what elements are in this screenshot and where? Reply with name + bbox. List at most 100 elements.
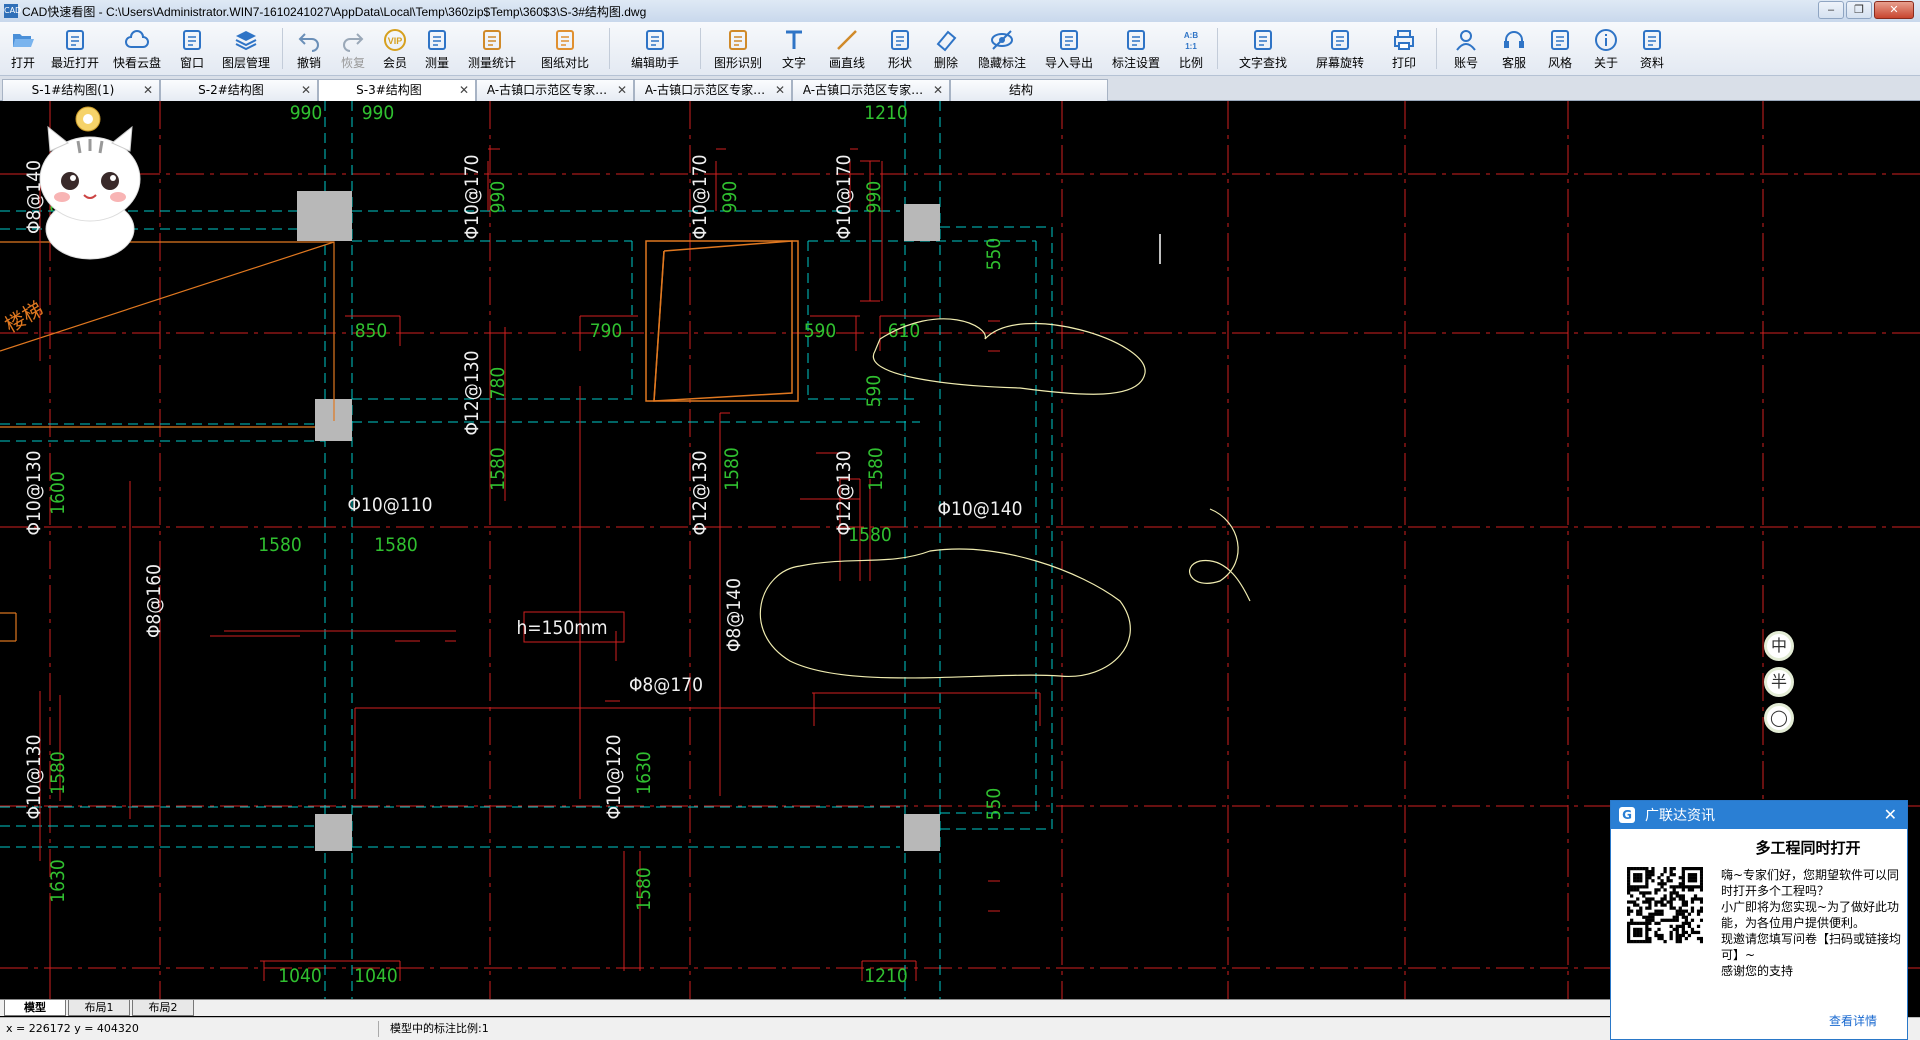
document-tab-label: A-古镇口示范区专家… (486, 83, 608, 97)
document-tab[interactable]: A-古镇口示范区专家… ✕ (634, 79, 792, 101)
qr-module (1699, 885, 1703, 889)
toolbar-button-28[interactable]: 资料 (1629, 22, 1675, 75)
toolbar-button-23[interactable]: 打印 (1376, 22, 1432, 75)
layout-tab[interactable]: 布局2 (132, 1000, 194, 1016)
popup-header-title: 广联达资讯 (1645, 808, 1715, 824)
toolbar-label: 编辑助手 (630, 56, 679, 70)
document-tab-label: A-古镇口示范区专家… (644, 83, 766, 97)
qr-module (1648, 912, 1652, 916)
tab-close-icon[interactable]: ✕ (459, 80, 469, 100)
qr-module (1660, 897, 1664, 901)
rebar-label: Φ8@160 (143, 564, 165, 638)
layout-tab[interactable]: 模型 (4, 1000, 66, 1016)
document-tab[interactable]: A-古镇口示范区专家… ✕ (476, 79, 634, 101)
document-tab[interactable]: A-古镇口示范区专家… ✕ (792, 79, 950, 101)
toolbar-label: 客服 (1501, 56, 1526, 70)
dimension-label: 990 (719, 181, 741, 214)
toolbar-button-22[interactable]: 屏幕旋转 (1304, 22, 1376, 75)
toolbar-button-27[interactable]: 关于 (1583, 22, 1629, 75)
toolbar-button-2[interactable]: 快看云盘 (104, 22, 170, 75)
popup-close-button[interactable]: ✕ (1884, 805, 1897, 824)
toolbar-button-0[interactable]: 打开 (0, 22, 46, 75)
qr-module (1669, 930, 1673, 935)
toolbar-button-7[interactable]: VIP 会员 (375, 22, 415, 75)
qr-module (1648, 915, 1652, 919)
opening-box (645, 240, 799, 402)
toolbar-button-19[interactable]: 标注设置 (1103, 22, 1169, 75)
tab-close-icon[interactable]: ✕ (301, 80, 311, 100)
toolbar-button-8[interactable]: 测量 (415, 22, 459, 75)
toolbar-label: 资料 (1639, 56, 1664, 70)
qr-module (1657, 936, 1661, 941)
toolbar-button-12[interactable]: 图形识别 (705, 22, 771, 75)
toolbar-button-25[interactable]: 客服 (1491, 22, 1537, 75)
glodon-logo-icon: G (1619, 807, 1635, 823)
toolbar-button-17[interactable]: 隐藏标注 (969, 22, 1035, 75)
rebar-label: Φ10@110 (348, 494, 433, 516)
qr-module (1651, 918, 1655, 922)
qr-module (1633, 888, 1637, 892)
layout-tab[interactable]: 布局1 (68, 1000, 130, 1016)
toolbar-button-9[interactable]: 测量统计 (459, 22, 525, 75)
close-button[interactable]: ✕ (1874, 1, 1914, 19)
tab-close-icon[interactable]: ✕ (143, 80, 153, 100)
dimension-label: 1630 (633, 751, 655, 795)
tab-close-icon[interactable]: ✕ (775, 80, 785, 100)
toolbar-button-1[interactable]: 最近打开 (46, 22, 104, 75)
qr-module (1663, 888, 1667, 892)
qr-module (1681, 915, 1685, 919)
qr-module (1681, 894, 1685, 898)
toolbar-button-5[interactable]: 撤销 (287, 22, 331, 75)
restore-button[interactable]: ❐ (1846, 1, 1872, 19)
qr-module (1645, 915, 1649, 919)
toolbar-button-3[interactable]: 窗口 (170, 22, 214, 75)
toolbar-button-6[interactable]: 恢复 (331, 22, 375, 75)
dimension-label: 990 (362, 102, 395, 124)
minimize-button[interactable]: – (1818, 1, 1844, 19)
toolbar-button-21[interactable]: 文字查找 (1222, 22, 1304, 75)
toolbar-button-16[interactable]: 删除 (923, 22, 969, 75)
document-tab[interactable]: S-2#结构图 ✕ (160, 79, 318, 101)
qr-module (1669, 900, 1673, 904)
qr-module (1636, 927, 1640, 932)
hide-annotation-icon (990, 28, 1014, 52)
qr-module (1672, 873, 1676, 877)
view-details-link[interactable]: 查看详情 (1829, 1012, 1877, 1029)
mascot-cat-icon[interactable] (0, 101, 150, 261)
mascot-tag[interactable]: 半 (1764, 667, 1794, 697)
qr-module (1690, 888, 1695, 892)
qr-module (1642, 894, 1646, 898)
toolbar-button-24[interactable]: 账号 (1441, 22, 1491, 75)
toolbar-button-4[interactable]: 图层管理 (214, 22, 278, 75)
qr-module (1678, 912, 1682, 916)
rebar-label: Φ10@170 (689, 155, 711, 240)
toolbar-button-20[interactable]: A:B 1:1 比例 (1169, 22, 1213, 75)
text-icon (782, 28, 806, 52)
qr-module (1681, 930, 1685, 935)
toolbar-button-15[interactable]: 形状 (877, 22, 923, 75)
document-tab[interactable]: 结构 (950, 79, 1108, 101)
qr-module (1693, 873, 1698, 877)
tab-close-icon[interactable]: ✕ (617, 80, 627, 100)
toolbar-button-10[interactable]: 图纸对比 (525, 22, 605, 75)
qr-module (1633, 933, 1637, 938)
document-tab[interactable]: S-1#结构图(1) ✕ (2, 79, 160, 101)
toolbar-button-14[interactable]: 画直线 (817, 22, 877, 75)
document-tab[interactable]: S-3#结构图 ✕ (318, 79, 476, 101)
qr-module (1681, 900, 1685, 904)
qr-module (1663, 939, 1667, 944)
toolbar-label: 比例 (1178, 56, 1203, 70)
qr-module (1642, 891, 1646, 895)
qr-module (1669, 897, 1673, 901)
toolbar-button-26[interactable]: 风格 (1537, 22, 1583, 75)
qr-module (1642, 915, 1646, 919)
qr-module (1645, 879, 1649, 883)
toolbar-button-11[interactable]: 编辑助手 (614, 22, 696, 75)
toolbar-button-18[interactable]: 导入导出 (1035, 22, 1103, 75)
tab-close-icon[interactable]: ✕ (933, 80, 943, 100)
mascot-tag[interactable]: ◯ (1764, 703, 1794, 733)
qr-module (1681, 927, 1685, 932)
qr-module (1651, 870, 1655, 874)
mascot-tag[interactable]: 中 (1764, 631, 1794, 661)
toolbar-button-13[interactable]: 文字 (771, 22, 817, 75)
